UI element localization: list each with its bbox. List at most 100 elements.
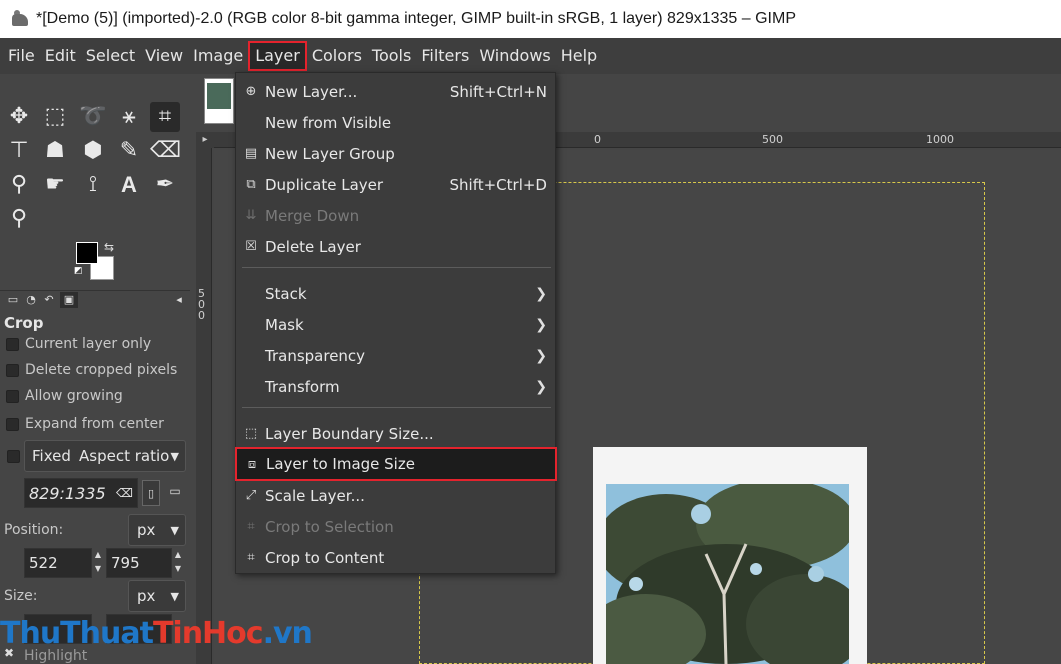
duplicate-icon: ⧉ <box>246 177 256 192</box>
menu-scale-layer[interactable]: ⤢ Scale Layer... <box>236 480 557 511</box>
color-picker-icon[interactable]: ✒ <box>150 170 180 200</box>
crop-content-icon: ⌗ <box>247 550 255 565</box>
default-colors-icon[interactable]: ◩ <box>74 266 83 276</box>
menu-layer[interactable]: Layer <box>248 41 307 71</box>
menu-stack[interactable]: Stack ❯ <box>236 278 557 309</box>
menu-transparency[interactable]: Transparency ❯ <box>236 340 557 371</box>
current-layer-checkbox[interactable] <box>6 337 19 351</box>
current-layer-only-option[interactable]: Current layer only <box>6 336 151 352</box>
menu-layer-to-image-size[interactable]: ⧈ Layer to Image Size <box>235 447 557 481</box>
device-status-tab-icon[interactable]: ◔ <box>22 292 40 308</box>
position-x-spinner[interactable]: ▲ ▼ <box>92 548 104 578</box>
menu-mask[interactable]: Mask ❯ <box>236 309 557 340</box>
ruler-corner-icon[interactable]: ▸ <box>196 132 214 148</box>
rect-select-icon[interactable]: ⬚ <box>40 102 70 132</box>
menu-tools[interactable]: Tools <box>367 41 416 71</box>
warp-icon[interactable]: ☗ <box>40 136 70 166</box>
allow-growing-checkbox[interactable] <box>6 389 19 403</box>
position-unit-combo[interactable]: px ▼ <box>128 514 186 546</box>
toolbox: ✥ ⬚ ➰ ⚹ ⌗ ⊤ ☗ ⬢ ✎ ⌫ ⚲ ☛ ⟟ A ✒ ⚲ ⇆ ◩ ▭ ◔ … <box>0 74 190 664</box>
menu-filters[interactable]: Filters <box>416 41 474 71</box>
menu-merge-down[interactable]: ⇊ Merge Down <box>236 200 557 231</box>
menu-crop-to-selection[interactable]: ⌗ Crop to Selection <box>236 511 557 542</box>
image-tab-thumbnail[interactable] <box>204 78 234 124</box>
undo-history-tab-icon[interactable]: ↶ <box>40 292 58 308</box>
menu-layer-boundary-size[interactable]: ⬚ Layer Boundary Size... <box>236 418 557 449</box>
size-unit-combo[interactable]: px ▼ <box>128 580 186 612</box>
delete-cropped-option[interactable]: Delete cropped pixels <box>6 362 177 378</box>
foreground-color[interactable] <box>76 242 98 264</box>
images-tab-icon[interactable]: ▣ <box>60 292 78 308</box>
watermark-logo: ThuThuatTinHoc.vn <box>0 616 313 651</box>
tool-options-tab-icon[interactable]: ▭ <box>4 292 22 308</box>
submenu-arrow-icon: ❯ <box>535 316 547 333</box>
allow-growing-option[interactable]: Allow growing <box>6 388 123 404</box>
paintbrush-icon[interactable]: ✎ <box>114 136 144 166</box>
menu-edit[interactable]: Edit <box>40 41 81 71</box>
submenu-arrow-icon: ❯ <box>535 285 547 302</box>
delete-cropped-checkbox[interactable] <box>6 363 19 377</box>
menu-help[interactable]: Help <box>556 41 602 71</box>
bucket-fill-icon[interactable]: ⬢ <box>78 136 108 166</box>
menu-duplicate-layer[interactable]: ⧉ Duplicate Layer Shift+Ctrl+D <box>236 169 557 200</box>
lasso-icon[interactable]: ➰ <box>78 102 108 132</box>
chevron-down-icon: ▼ <box>170 449 179 463</box>
zoom-icon[interactable]: ⚲ <box>4 204 34 234</box>
portrait-icon[interactable]: ▯ <box>142 480 160 506</box>
position-x-input[interactable]: 522 <box>24 548 92 578</box>
left-ruler: 500 <box>196 148 212 664</box>
menu-windows[interactable]: Windows <box>474 41 555 71</box>
position-y-input[interactable]: 795 <box>106 548 172 578</box>
menu-select[interactable]: Select <box>81 41 140 71</box>
scale-icon: ⤢ <box>245 488 257 503</box>
path-icon[interactable]: ⟟ <box>78 170 108 200</box>
new-group-icon: ▤ <box>244 146 258 161</box>
expand-from-center-option[interactable]: Expand from center <box>6 416 164 432</box>
move-tool-icon[interactable]: ✥ <box>4 102 34 132</box>
tree-photo <box>606 484 849 664</box>
eraser-icon[interactable]: ⌫ <box>150 136 181 166</box>
fuzzy-select-icon[interactable]: ⚹ <box>114 102 144 132</box>
unified-transform-icon[interactable]: ⊤ <box>4 136 34 166</box>
crop-tool-icon[interactable]: ⌗ <box>150 102 180 132</box>
clone-icon[interactable]: ⚲ <box>4 170 34 200</box>
menu-new-layer[interactable]: ⊕ New Layer... Shift+Ctrl+N <box>236 76 557 107</box>
fg-bg-colors[interactable]: ⇆ ◩ <box>74 240 116 280</box>
merge-down-icon: ⇊ <box>245 208 257 223</box>
text-tool-icon[interactable]: A <box>114 170 144 200</box>
aspect-ratio-input[interactable]: 829:1335 ⌫ <box>24 478 138 508</box>
expand-center-checkbox[interactable] <box>6 417 19 431</box>
position-y-spinner[interactable]: ▲ ▼ <box>172 548 184 578</box>
swap-colors-icon[interactable]: ⇆ <box>104 240 114 254</box>
menu-view[interactable]: View <box>140 41 188 71</box>
tool-options-title: Crop <box>4 314 44 332</box>
crop-selection-icon: ⌗ <box>247 519 255 534</box>
dock-menu-icon[interactable]: ◂ <box>170 292 188 308</box>
menu-delete-layer[interactable]: ☒ Delete Layer <box>236 231 557 262</box>
menu-crop-to-content[interactable]: ⌗ Crop to Content <box>236 542 557 573</box>
fixed-mode-combo[interactable]: Fixed Aspect ratio ▼ <box>24 440 186 472</box>
menu-image[interactable]: Image <box>188 41 248 71</box>
menu-new-from-visible[interactable]: New from Visible <box>236 107 557 138</box>
menu-colors[interactable]: Colors <box>307 41 367 71</box>
menu-new-layer-group[interactable]: ▤ New Layer Group <box>236 138 557 169</box>
delete-icon: ☒ <box>245 239 257 254</box>
menu-file[interactable]: File <box>3 41 40 71</box>
title-bar: *[Demo (5)] (imported)-2.0 (RGB color 8-… <box>0 0 1061 38</box>
dock-tabs: ▭ ◔ ↶ ▣ ◂ <box>0 290 190 308</box>
chevron-down-icon: ▼ <box>170 589 179 603</box>
menu-separator <box>242 267 551 268</box>
layer-menu: ⊕ New Layer... Shift+Ctrl+N New from Vis… <box>235 72 557 574</box>
new-layer-icon: ⊕ <box>245 84 257 99</box>
menu-separator <box>242 407 551 408</box>
smudge-icon[interactable]: ☛ <box>40 170 70 200</box>
menu-transform[interactable]: Transform ❯ <box>236 371 557 402</box>
landscape-icon[interactable]: ▭ <box>166 484 184 502</box>
clear-icon[interactable]: ⌫ <box>116 486 133 500</box>
submenu-arrow-icon: ❯ <box>535 347 547 364</box>
fixed-checkbox[interactable] <box>7 450 20 463</box>
gimp-logo-icon <box>10 10 30 28</box>
chevron-down-icon: ▼ <box>170 523 179 537</box>
window-title: *[Demo (5)] (imported)-2.0 (RGB color 8-… <box>36 10 796 27</box>
image-photo <box>606 484 849 664</box>
